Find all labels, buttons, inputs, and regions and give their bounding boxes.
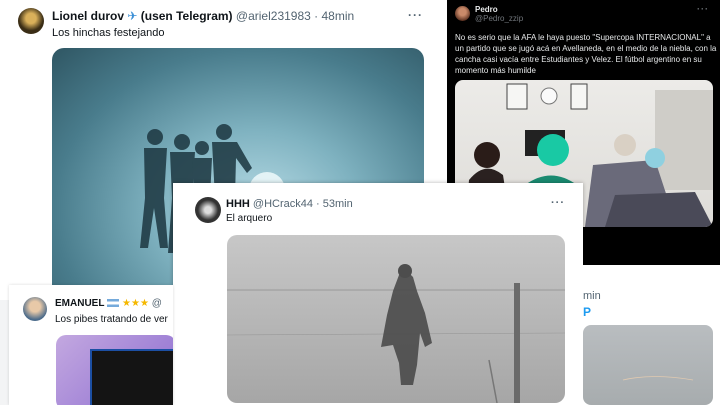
more-options-icon[interactable]: ··· (697, 4, 709, 14)
author-handle[interactable]: @ (152, 298, 162, 309)
author-name[interactable]: Lionel durov (52, 9, 124, 23)
more-options-icon[interactable]: ··· (408, 8, 423, 22)
author-handle[interactable]: @HCrack44 (253, 198, 313, 210)
author-name[interactable]: Pedro (475, 5, 523, 14)
avatar[interactable] (18, 8, 44, 34)
author-name-suffix[interactable]: (usen Telegram) (141, 9, 233, 23)
poster-image (90, 349, 173, 405)
timestamp-fragment[interactable]: min (583, 290, 601, 302)
separator-dot: · (314, 9, 319, 23)
more-options-icon[interactable]: ··· (551, 197, 565, 209)
star-icon: ★ (139, 298, 149, 309)
avatar[interactable] (23, 297, 47, 321)
goalkeeper-silhouette-image (227, 264, 565, 403)
star-icon: ★ (122, 298, 131, 309)
tweet-media-poster[interactable] (56, 335, 173, 405)
author-name[interactable]: HHH (226, 198, 250, 210)
tweet-card-partial[interactable]: min P (583, 265, 720, 405)
tweet-text: El arquero (226, 213, 273, 224)
argentina-flag-icon (107, 299, 120, 308)
author-handle[interactable]: @ariel231983 (236, 9, 311, 23)
timestamp[interactable]: 48min (322, 9, 355, 23)
tweet-text: Los pibes tratando de ver (55, 314, 168, 325)
timestamp[interactable]: 53min (323, 198, 353, 210)
tweet-media-fog-field[interactable] (583, 325, 713, 405)
link-fragment[interactable]: P (583, 305, 591, 319)
foggy-field-image (622, 376, 694, 381)
author-handle[interactable]: @Pedro_zzip (475, 14, 523, 23)
avatar[interactable] (455, 6, 470, 21)
author-name[interactable]: EMANUEL (55, 298, 104, 309)
tweet-text: Los hinchas festejando (52, 27, 165, 39)
airplane-icon: ✈ (127, 9, 138, 23)
star-icon: ★ (130, 298, 140, 309)
separator-dot: · (316, 198, 320, 210)
tweet-text: No es serio que la AFA le haya puesto "S… (455, 33, 717, 75)
tweet-card-hhh[interactable]: HHH @HCrack44 · 53min ··· El arquero (173, 183, 583, 405)
avatar[interactable] (195, 197, 221, 223)
tweet-media-goalkeeper-fog[interactable] (227, 235, 565, 403)
tweet-card-emanuel[interactable]: EMANUEL ★★★ @ Los pibes tratando de ver (9, 285, 173, 405)
